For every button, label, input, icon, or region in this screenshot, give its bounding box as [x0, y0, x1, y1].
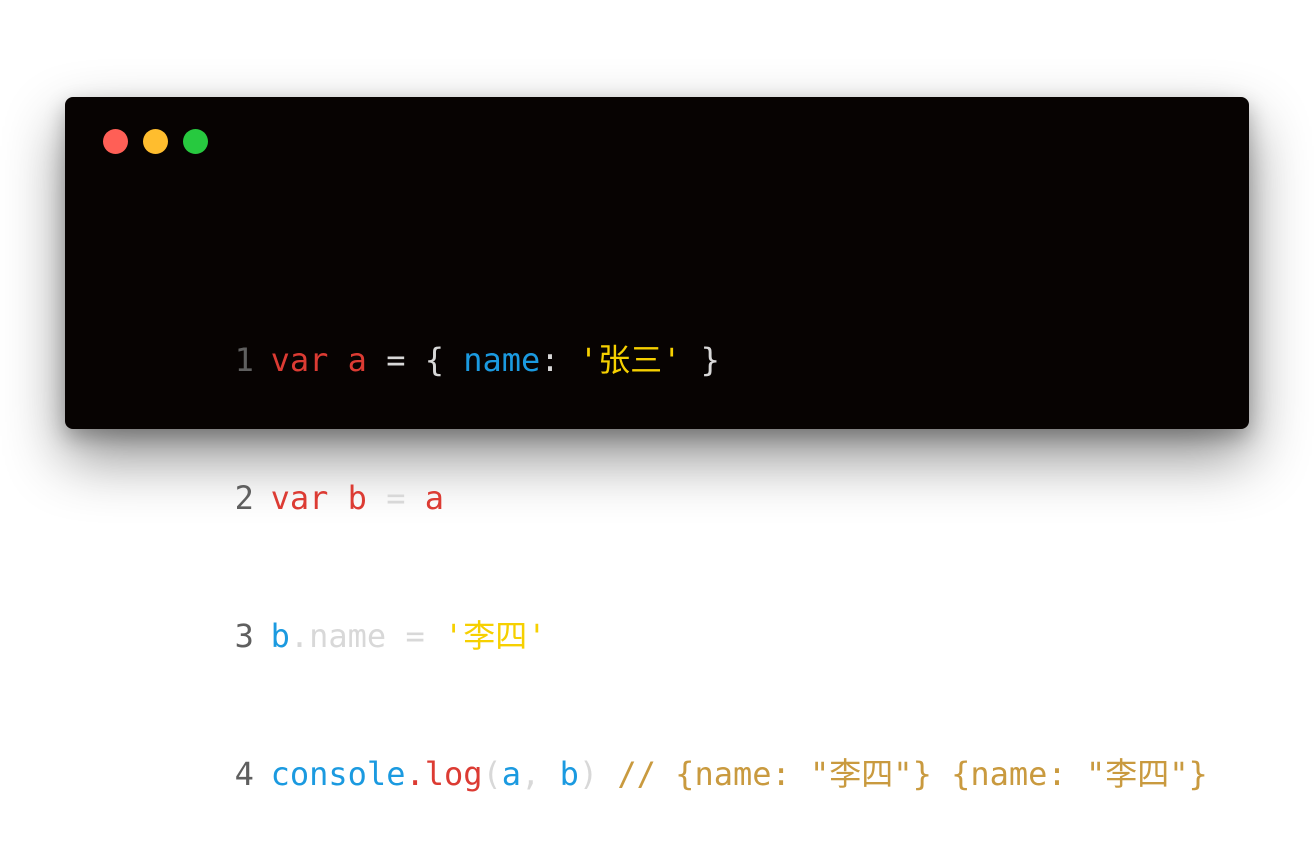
- line-number: 4: [234, 755, 254, 793]
- line-number: 1: [234, 341, 254, 379]
- code-token: ): [578, 755, 618, 793]
- code-line-2: 2 var b = a: [119, 429, 1208, 517]
- code-window: 1 var a = { name: '张三' } 2 var b = a 3 b.na…: [65, 97, 1249, 793]
- code-token: (: [482, 755, 502, 793]
- code-token: var: [270, 479, 329, 517]
- code-token: '李四': [443, 617, 547, 655]
- code-token: }: [681, 341, 720, 379]
- code-token: b: [559, 755, 579, 793]
- code-token: name: [463, 341, 541, 379]
- code-token: var: [270, 341, 329, 379]
- code-token: a: [347, 341, 367, 379]
- code-line-4: 4 console.log(a, b) // {name: "李四"} {name…: [119, 705, 1208, 793]
- code-block: 1 var a = { name: '张三' } 2 var b = a 3 b.na…: [119, 199, 1208, 843]
- code-line-1: 1 var a = { name: '张三' }: [119, 291, 1208, 379]
- close-dot[interactable]: [103, 129, 128, 154]
- code-token: b: [270, 617, 290, 655]
- code-token: .: [405, 755, 425, 793]
- minimize-dot[interactable]: [143, 129, 168, 154]
- window-controls: [103, 129, 208, 154]
- code-line-3: 3 b.name = '李四': [119, 567, 1208, 655]
- code-token: // {name: "李四"} {name: "李四"}: [617, 755, 1208, 793]
- code-token: =: [366, 479, 425, 517]
- code-token: = {: [366, 341, 464, 379]
- line-number: 3: [234, 617, 254, 655]
- line-number: 2: [234, 479, 254, 517]
- code-token: ,: [521, 755, 560, 793]
- code-token: .name =: [289, 617, 444, 655]
- code-token: '张三': [578, 341, 682, 379]
- code-token: a: [424, 479, 444, 517]
- code-token: :: [540, 341, 579, 379]
- code-token: b: [347, 479, 367, 517]
- code-token: log: [424, 755, 483, 793]
- code-token: console: [270, 755, 406, 793]
- code-token: a: [501, 755, 522, 793]
- maximize-dot[interactable]: [183, 129, 208, 154]
